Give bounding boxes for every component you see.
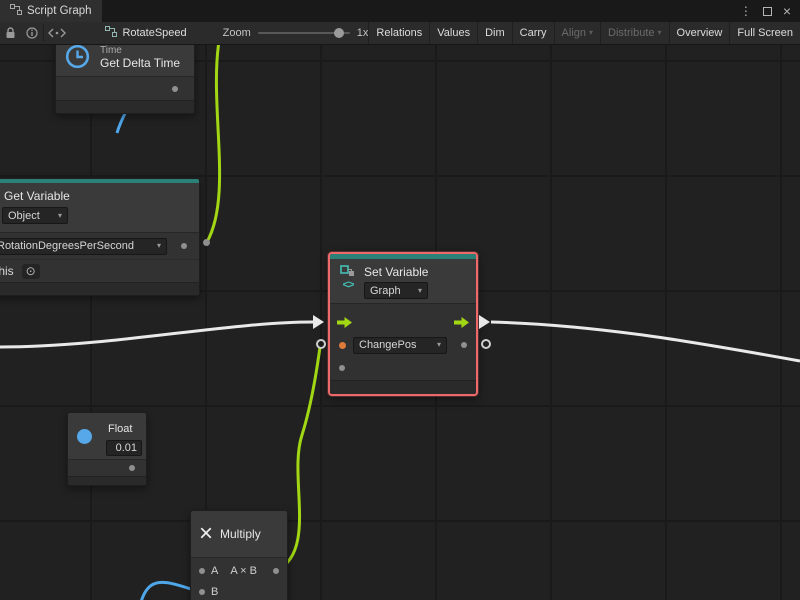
graph-asset-icon (105, 26, 117, 40)
graph-toolbar: RotateSpeed Zoom 1x Relations Values Dim… (0, 22, 800, 45)
output-port[interactable] (129, 465, 135, 471)
value-input-port[interactable] (339, 342, 346, 349)
node-title: Float (108, 423, 132, 435)
input-b-label: B (211, 586, 218, 598)
variable-scope-dropdown[interactable]: Object▾ (2, 207, 68, 224)
variable-scope-dropdown[interactable]: Graph▾ (364, 282, 428, 299)
zoom-control: Zoom 1x (223, 22, 369, 44)
window-controls: ⋮ × (740, 0, 800, 22)
node-ports (68, 459, 146, 476)
multiply-icon: × (199, 522, 213, 546)
node-footer (56, 100, 194, 113)
node-get-delta-time[interactable]: Time Get Delta Time (55, 45, 195, 114)
toolbar-buttons: Relations Values Dim Carry Align▾ Distri… (368, 22, 800, 44)
self-target-row: This ⊙ (0, 259, 199, 282)
setvariable-right-outer-port[interactable] (481, 339, 491, 349)
wire-flow-right (491, 322, 800, 361)
input-b-port[interactable] (199, 589, 205, 595)
graph-name[interactable]: RotateSpeed (95, 22, 196, 44)
node-footer (330, 380, 476, 394)
info-icon[interactable] (21, 22, 42, 44)
graph-name-label: RotateSpeed (122, 27, 186, 39)
tab-script-graph[interactable]: Script Graph (0, 0, 102, 22)
tab-label: Script Graph (27, 5, 92, 17)
result-label: A × B (230, 565, 257, 577)
node-get-variable[interactable]: Get Variable Object▾ RotationDegreesPerS… (0, 178, 200, 296)
fullscreen-button[interactable]: Full Screen (729, 22, 800, 44)
flow-input-arrow-icon[interactable] (337, 317, 352, 328)
extra-input-port[interactable] (339, 365, 345, 371)
node-ports: ChangePos▾ (330, 303, 476, 380)
lock-icon[interactable] (0, 22, 21, 44)
node-ports (56, 76, 194, 100)
value-output-port[interactable] (461, 342, 467, 348)
clock-icon (64, 45, 91, 70)
node-title: Set Variable (364, 265, 428, 279)
value-output-port[interactable] (181, 243, 187, 249)
caret-down-icon: ▾ (58, 212, 62, 220)
node-header: × Multiply (191, 511, 287, 557)
getvariable-outer-output-port[interactable] (203, 239, 210, 246)
caret-down-icon: ▾ (437, 341, 441, 349)
node-title: Multiply (220, 527, 261, 541)
node-header: Float 0.01 (68, 413, 146, 459)
wire-flow-left (0, 322, 313, 347)
wire-green-getvariable (207, 45, 220, 242)
values-button[interactable]: Values (429, 22, 477, 44)
float-value-field[interactable]: 0.01 (106, 440, 142, 456)
node-footer (0, 282, 199, 295)
overview-button[interactable]: Overview (669, 22, 730, 44)
zoom-slider[interactable] (258, 32, 350, 34)
node-subtitle: Time (100, 45, 180, 56)
target-picker-icon[interactable]: ⊙ (22, 264, 40, 279)
code-glyph-icon: <> (343, 279, 354, 291)
zoom-label: Zoom (223, 27, 251, 39)
node-header: <> Set Variable Graph▾ (330, 259, 476, 303)
kebab-menu-icon[interactable]: ⋮ (740, 4, 752, 18)
result-output-port[interactable] (273, 568, 279, 574)
node-title: Get Variable (4, 189, 191, 203)
node-header: Time Get Delta Time (56, 45, 194, 76)
variable-name-row: RotationDegreesPerSecond▾ (0, 232, 199, 259)
dim-button[interactable]: Dim (477, 22, 512, 44)
node-title: Get Delta Time (100, 56, 180, 70)
input-a-label: A (211, 565, 218, 577)
caret-down-icon: ▾ (589, 29, 593, 37)
flow-entry-triangle-left (313, 315, 324, 329)
variable-name-dropdown[interactable]: ChangePos▾ (353, 337, 447, 354)
setvariable-left-outer-port[interactable] (316, 339, 326, 349)
variable-name-dropdown[interactable]: RotationDegreesPerSecond▾ (0, 238, 167, 255)
input-a-port[interactable] (199, 568, 205, 574)
script-graph-icon (10, 4, 22, 18)
carry-button[interactable]: Carry (512, 22, 554, 44)
align-button: Align▾ (554, 22, 600, 44)
caret-down-icon: ▾ (658, 29, 662, 37)
close-icon[interactable]: × (783, 4, 791, 18)
graph-canvas[interactable]: Time Get Delta Time Get Variable Object▾… (0, 45, 800, 600)
node-header: Get Variable Object▾ (0, 183, 199, 232)
tab-bar: Script Graph ⋮ × (0, 0, 800, 22)
caret-down-icon: ▾ (418, 287, 422, 295)
relations-button[interactable]: Relations (368, 22, 429, 44)
zoom-slider-knob[interactable] (334, 28, 344, 38)
zoom-value: 1x (357, 27, 369, 39)
flow-exit-triangle-right (479, 315, 490, 329)
output-port[interactable] (172, 86, 178, 92)
maximize-icon[interactable] (763, 7, 772, 16)
wire-blue-bottom (141, 582, 194, 600)
set-variable-icon: <> (336, 264, 360, 300)
self-label: This (0, 264, 14, 278)
node-ports: A A × B B (191, 557, 287, 600)
caret-down-icon: ▾ (157, 242, 161, 250)
float-type-icon (77, 429, 92, 444)
node-footer (68, 476, 146, 485)
distribute-button: Distribute▾ (600, 22, 668, 44)
code-ports-icon[interactable] (44, 22, 72, 44)
node-set-variable-selected[interactable]: <> Set Variable Graph▾ Cha (328, 252, 478, 396)
node-float-literal[interactable]: Float 0.01 (67, 412, 147, 486)
node-multiply[interactable]: × Multiply A A × B B (190, 510, 288, 600)
flow-output-arrow-icon[interactable] (454, 317, 469, 328)
